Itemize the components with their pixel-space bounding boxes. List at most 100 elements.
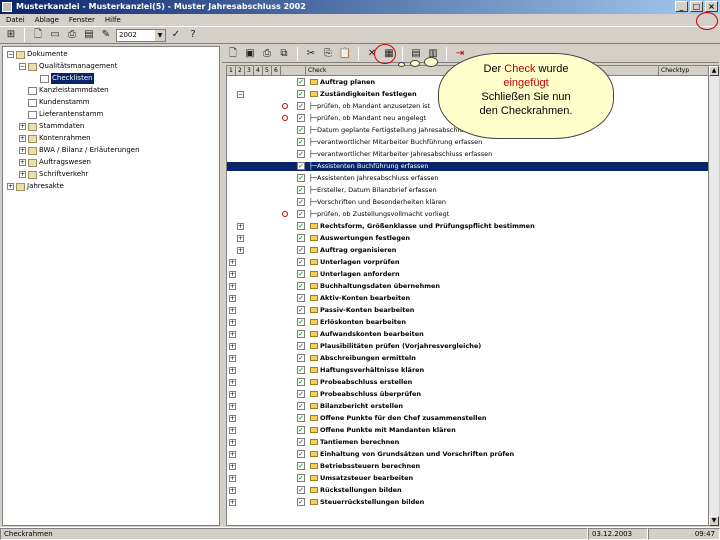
collapse-icon[interactable]: − [237,91,244,98]
row-checkbox[interactable]: ✓ [297,282,305,290]
table-row[interactable]: ✓ prüfen, ob Zustellungsvollmacht vorlieg… [227,210,718,219]
expand-icon[interactable]: + [229,379,236,386]
row-checkbox[interactable]: ✓ [297,150,305,158]
tree-item[interactable]: Kanzleistammdaten [19,85,109,96]
row-checkbox[interactable]: ✓ [297,498,305,506]
header-col-6[interactable]: 6 [272,66,281,76]
preview-icon[interactable]: ▤ [82,28,96,42]
row-checkbox[interactable]: ✓ [297,486,305,494]
row-checkbox[interactable]: ✓ [297,126,305,134]
row-checkbox[interactable]: ✓ [297,318,305,326]
row-checkbox[interactable]: ✓ [297,450,305,458]
tree-item[interactable]: + Auftragswesen [19,157,91,168]
expand-icon[interactable]: + [229,415,236,422]
row-checkbox[interactable]: ✓ [297,258,305,266]
row-checkbox[interactable]: ✓ [297,342,305,350]
details-icon[interactable]: ▤ [409,47,423,61]
expand-icon[interactable]: + [229,475,236,482]
cut-icon[interactable]: ✂ [304,47,318,61]
menu-ablage[interactable]: Ablage [35,14,59,26]
row-checkbox[interactable]: ✓ [297,402,305,410]
table-row[interactable]: + ✓ Abschreibungen ermitteln [227,354,718,363]
help-icon[interactable]: ? [186,28,200,42]
copy-icon[interactable]: ⎘ [321,47,335,61]
expand-icon[interactable]: + [229,439,236,446]
table-row[interactable]: + ✓ Buchhaltungsdaten übernehmen [227,282,718,291]
table-row[interactable]: + ✓ Auftrag organisieren [227,246,718,255]
table-row[interactable]: ✓ verantwortlicher Mitarbeiter Buchführun… [227,138,718,147]
row-checkbox[interactable]: ✓ [297,246,305,254]
expand-icon[interactable]: + [237,235,244,242]
row-checkbox[interactable]: ✓ [297,306,305,314]
vertical-scrollbar[interactable]: ▲ ▼ [708,66,719,526]
menu-datei[interactable]: Datei [6,14,25,26]
expand-icon[interactable]: + [229,259,236,266]
row-checkbox[interactable]: ✓ [297,414,305,422]
expand-icon[interactable]: + [229,499,236,506]
new-icon[interactable]: 🗋 [226,47,240,61]
scroll-down-button[interactable]: ▼ [709,516,719,526]
table-row[interactable]: + ✓ Tantiemen berechnen [227,438,718,447]
tree-toggle-icon[interactable]: ⊞ [4,28,18,42]
chevron-down-icon[interactable]: ▼ [155,29,165,41]
expand-icon[interactable]: + [19,171,26,178]
print-icon[interactable]: ⎙ [260,47,274,61]
tree-item[interactable]: − Dokumente [7,49,68,60]
maximize-button[interactable]: □ [690,1,703,12]
expand-icon[interactable]: + [237,223,244,230]
expand-icon[interactable]: + [19,123,26,130]
paste-icon[interactable]: 📋 [338,47,352,61]
menu-hilfe[interactable]: Hilfe [105,14,121,26]
tree-item[interactable]: + BWA / Bilanz / Erläuterungen [19,145,140,156]
check-tool-icon[interactable]: ✓ [169,28,183,42]
table-row[interactable]: + ✓ Steuerrückstellungen bilden [227,498,718,507]
row-checkbox[interactable]: ✓ [297,222,305,230]
row-checkbox[interactable]: ✓ [297,366,305,374]
tree-item[interactable]: Lieferantenstamm [19,109,103,120]
print-icon[interactable]: ⎙ [65,28,79,42]
row-checkbox[interactable]: ✓ [297,378,305,386]
row-checkbox[interactable]: ✓ [297,138,305,146]
expand-icon[interactable]: + [229,487,236,494]
collapse-icon[interactable]: − [19,63,26,70]
row-checkbox[interactable]: ✓ [297,114,305,122]
expand-icon[interactable]: + [19,147,26,154]
minimize-button[interactable]: _ [675,1,688,12]
expand-icon[interactable]: + [7,183,14,190]
collapse-icon[interactable]: − [7,51,14,58]
tree-item[interactable]: Checklisten [31,73,94,84]
table-row[interactable]: + ✓ Probeabschluss erstellen [227,378,718,387]
expand-icon[interactable]: + [229,391,236,398]
table-row[interactable]: ✓ Vorschriften und Besonderheiten klären ├… [227,198,718,207]
new-icon[interactable]: 🗋 [31,28,45,42]
row-checkbox[interactable]: ✓ [297,438,305,446]
row-checkbox[interactable]: ✓ [297,294,305,302]
row-checkbox[interactable]: ✓ [297,102,305,110]
table-row[interactable]: + ✓ Bilanzbericht erstellen [227,402,718,411]
table-row[interactable]: + ✓ Aktiv-Konten bearbeiten [227,294,718,303]
row-checkbox[interactable]: ✓ [297,462,305,470]
header-col-7[interactable] [281,66,306,76]
expand-icon[interactable]: + [229,403,236,410]
expand-icon[interactable]: + [229,307,236,314]
table-row[interactable]: ✓ verantwortlicher Mitarbeiter Jahresabsc… [227,150,718,159]
copy-icon[interactable]: ⧉ [277,47,291,61]
tree-item[interactable]: + Jahresakte [7,181,64,192]
table-row[interactable]: + ✓ Umsatzsteuer bearbeiten [227,474,718,483]
row-checkbox[interactable]: ✓ [297,270,305,278]
expand-icon[interactable]: + [229,319,236,326]
expand-icon[interactable]: + [237,247,244,254]
expand-icon[interactable]: + [229,355,236,362]
year-select[interactable]: 2002 ▼ [116,28,166,42]
row-checkbox[interactable]: ✓ [297,390,305,398]
row-checkbox[interactable]: ✓ [297,426,305,434]
row-checkbox[interactable]: ✓ [297,234,305,242]
table-row[interactable]: + ✓ Probeabschluss überprüfen [227,390,718,399]
table-row[interactable]: + ✓ Offene Punkte für den Chef zusammenste… [227,414,718,423]
menu-fenster[interactable]: Fenster [69,14,95,26]
row-checkbox[interactable]: ✓ [297,90,305,98]
expand-icon[interactable]: + [229,295,236,302]
tree-item[interactable]: + Schriftverkehr [19,169,88,180]
tree-item[interactable]: + Kontenrahmen [19,133,91,144]
row-checkbox[interactable]: ✓ [297,174,305,182]
